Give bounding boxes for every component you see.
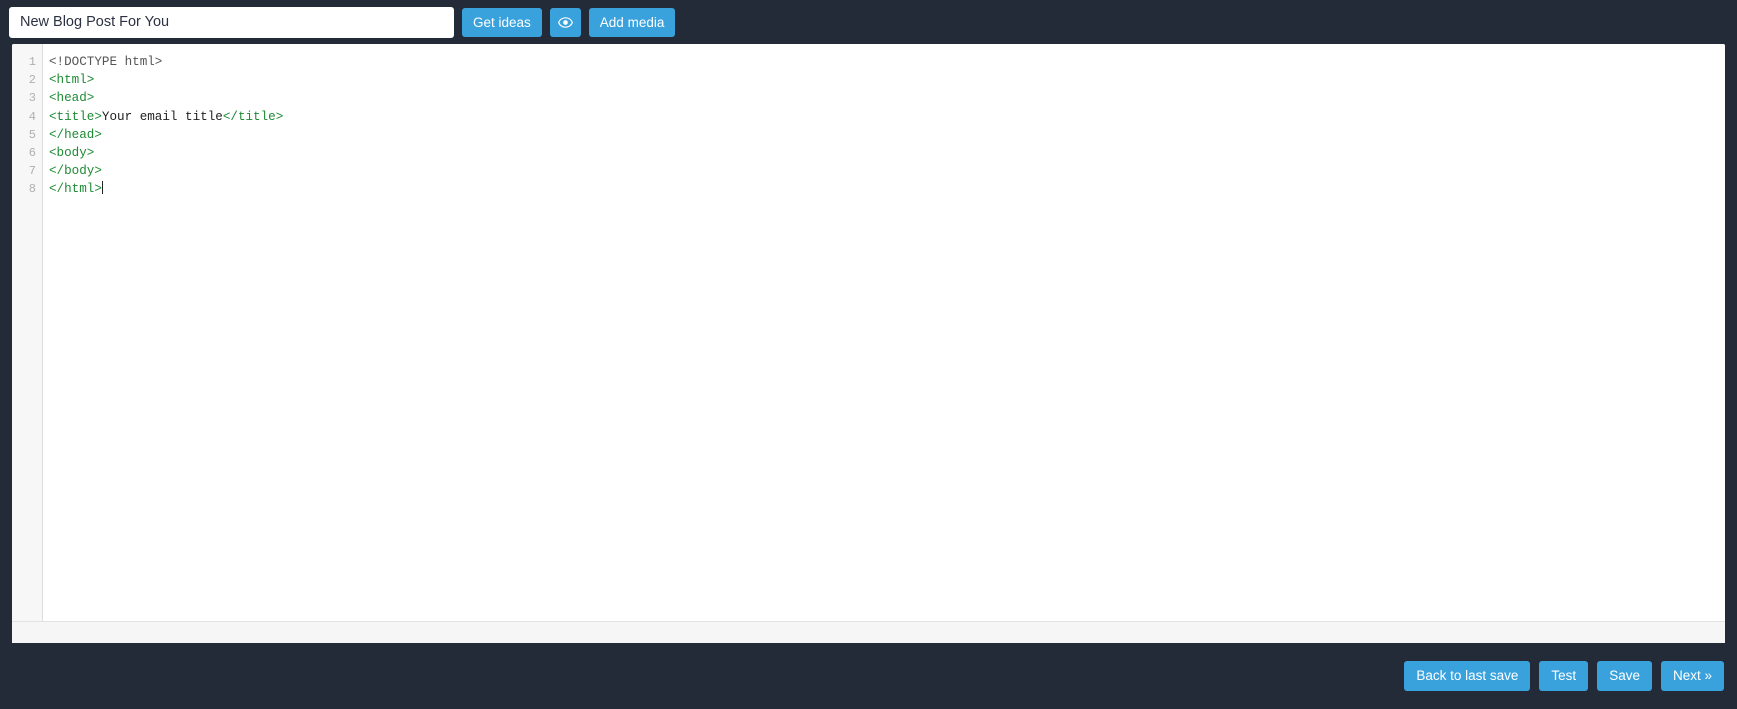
post-title-input[interactable] — [9, 6, 454, 38]
eye-icon — [557, 15, 573, 30]
code-token-tag: <html> — [49, 73, 95, 88]
top-toolbar: Get ideas Add media — [0, 0, 1737, 44]
code-line: <body> — [49, 144, 1725, 162]
code-token-tag: <body> — [49, 145, 95, 160]
line-number: 2 — [28, 73, 36, 88]
code-line: </body> — [49, 162, 1725, 180]
save-button[interactable]: Save — [1597, 661, 1652, 691]
page-root: Get ideas Add media 1 2 3 4 5 6 7 8 <!DOCTYPE h… — [0, 0, 1737, 709]
code-token-doctype: <!DOCTYPE html> — [49, 55, 163, 69]
line-number: 1 — [28, 55, 36, 69]
code-token-text: Your email title — [101, 109, 223, 124]
code-token-tag: <title> — [49, 109, 102, 124]
code-line: <!DOCTYPE html> — [49, 53, 1725, 71]
test-button[interactable]: Test — [1539, 661, 1589, 691]
code-token-tag: <head> — [49, 91, 95, 106]
code-editor: 1 2 3 4 5 6 7 8 <!DOCTYPE html> <html> <head> <tit… — [12, 44, 1725, 643]
line-number: 8 — [28, 182, 36, 197]
line-number-gutter: 1 2 3 4 5 6 7 8 — [12, 44, 43, 621]
text-cursor — [101, 181, 103, 195]
get-ideas-button[interactable]: Get ideas — [462, 7, 542, 37]
back-to-last-save-button[interactable]: Back to last save — [1404, 661, 1531, 691]
code-line: </html> — [49, 180, 1725, 198]
editor-status-bar — [12, 621, 1725, 643]
code-line: <html> — [49, 71, 1725, 89]
line-number: 7 — [28, 164, 36, 179]
code-editor-body[interactable]: 1 2 3 4 5 6 7 8 <!DOCTYPE html> <html> <head> <tit… — [12, 44, 1725, 621]
code-line: </head> — [49, 126, 1725, 144]
code-token-tag: </body> — [49, 164, 102, 179]
code-content[interactable]: <!DOCTYPE html> <html> <head> <title>Your e… — [43, 44, 1725, 621]
line-number: 6 — [28, 145, 36, 160]
code-token-tag: </title> — [222, 109, 284, 124]
code-line: <head> — [49, 89, 1725, 107]
add-media-button[interactable]: Add media — [588, 7, 676, 37]
code-line: <title>Your email title</title> — [49, 108, 1725, 126]
line-number: 4 — [28, 109, 36, 124]
line-number: 3 — [28, 91, 36, 106]
code-token-tag: </html> — [49, 182, 102, 197]
code-token-tag: </head> — [49, 127, 102, 142]
next-button[interactable]: Next » — [1660, 661, 1724, 691]
line-number: 5 — [28, 127, 36, 142]
bottom-action-bar: Back to last save Test Save Next » — [0, 643, 1737, 709]
preview-button[interactable] — [549, 7, 581, 37]
